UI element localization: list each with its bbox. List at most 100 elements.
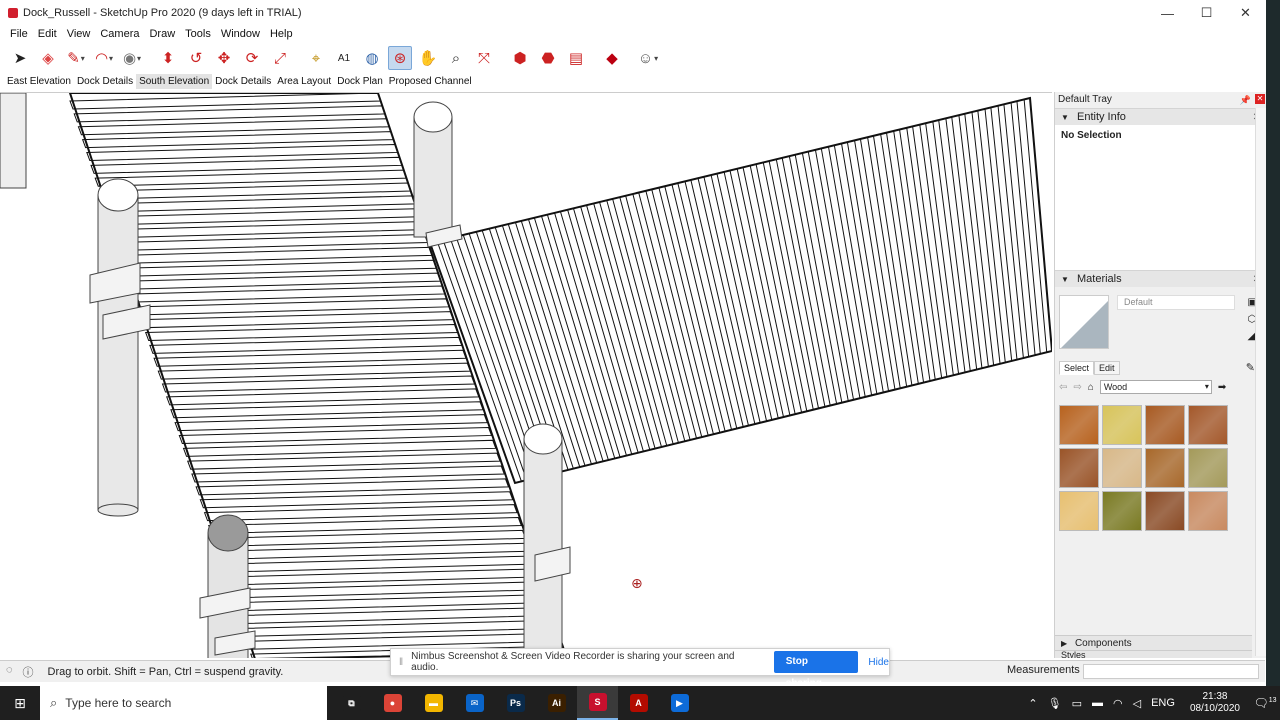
layout-icon[interactable]: ▤: [564, 46, 588, 70]
collapse-triangle-icon: ▼: [1061, 113, 1069, 122]
drag-handle-icon[interactable]: ‖: [399, 657, 403, 668]
tab-select[interactable]: Select: [1059, 361, 1095, 375]
minimize-button[interactable]: —: [1148, 0, 1187, 26]
warehouse-icon[interactable]: ⬢: [508, 46, 532, 70]
speaker-icon[interactable]: ◁: [1133, 697, 1141, 710]
material-swatch[interactable]: [1059, 491, 1099, 531]
arc-icon[interactable]: ◠ ▾: [92, 46, 116, 70]
materials-header[interactable]: ▼ Materials ✕: [1055, 270, 1267, 287]
menu-edit[interactable]: Edit: [33, 28, 62, 40]
material-swatch[interactable]: [1145, 491, 1185, 531]
material-name-field[interactable]: Default: [1117, 295, 1235, 310]
zoom-extents-icon[interactable]: ⤧: [472, 46, 496, 70]
back-arrow-icon[interactable]: ⇦: [1059, 382, 1067, 393]
library-select[interactable]: Wood: [1099, 380, 1212, 394]
shape-icon[interactable]: ◉ ▾: [120, 46, 144, 70]
info-icon[interactable]: ⓘ: [23, 664, 34, 680]
styles-header[interactable]: Styles: [1055, 650, 1252, 658]
select-icon[interactable]: ➤: [8, 46, 32, 70]
scene-tab-south-elevation[interactable]: South Elevation: [136, 73, 213, 89]
paint-bucket-icon[interactable]: ◍: [360, 46, 384, 70]
forward-arrow-icon[interactable]: ⇨: [1073, 382, 1081, 393]
material-swatch[interactable]: [1145, 448, 1185, 488]
scene-tab-dock-details[interactable]: Dock Details: [74, 74, 136, 89]
pdf-taskbar-button[interactable]: A: [618, 686, 659, 720]
material-swatch[interactable]: [1188, 448, 1228, 488]
notifications-icon[interactable]: 🗨13: [1250, 696, 1280, 710]
profile-icon[interactable]: ☺ ▾: [636, 46, 660, 70]
material-swatch[interactable]: [1102, 405, 1142, 445]
pin-icon[interactable]: 📌: [1240, 92, 1251, 108]
sketchup-taskbar-button[interactable]: S: [577, 686, 618, 720]
eraser-icon[interactable]: ◈: [36, 46, 60, 70]
microphone-icon[interactable]: 🎙: [1048, 697, 1062, 710]
taskbar-search[interactable]: ⌕ Type here to search: [40, 686, 327, 720]
follow-me-icon[interactable]: ↺: [184, 46, 208, 70]
extension-warehouse-icon[interactable]: ⬣: [536, 46, 560, 70]
menu-window[interactable]: Window: [216, 28, 265, 40]
close-button[interactable]: ✕: [1226, 0, 1265, 26]
scene-tab-east-elevation[interactable]: East Elevation: [4, 74, 74, 89]
scene-tab-proposed-channel[interactable]: Proposed Channel: [386, 74, 475, 89]
rotate-icon[interactable]: ⟳: [240, 46, 264, 70]
menu-file[interactable]: File: [5, 28, 33, 40]
model-viewport[interactable]: ⊕: [0, 92, 1052, 658]
menu-camera[interactable]: Camera: [95, 28, 144, 40]
menu-view[interactable]: View: [62, 28, 96, 40]
material-swatch[interactable]: [1188, 405, 1228, 445]
details-arrow-icon[interactable]: ➡: [1218, 382, 1226, 393]
move-icon[interactable]: ✥: [212, 46, 236, 70]
material-swatch[interactable]: [1059, 405, 1099, 445]
material-swatch[interactable]: [1102, 448, 1142, 488]
pencil-icon[interactable]: ✎ ▾: [64, 46, 88, 70]
chevron-up-icon[interactable]: ⌃: [1028, 697, 1037, 710]
illustrator-icon: Ai: [547, 694, 566, 712]
scale-icon[interactable]: ⤢: [268, 46, 292, 70]
zoom-icon[interactable]: ⌕: [444, 46, 468, 70]
illustrator-taskbar-button[interactable]: Ai: [536, 686, 577, 720]
material-swatch[interactable]: [1145, 405, 1185, 445]
material-swatch[interactable]: [1188, 491, 1228, 531]
menu-draw[interactable]: Draw: [144, 28, 180, 40]
hide-button[interactable]: Hide: [868, 657, 889, 668]
usb-icon[interactable]: ▭: [1072, 697, 1082, 710]
ruby-icon[interactable]: ◆: [600, 46, 624, 70]
wifi-icon[interactable]: ◠: [1113, 697, 1123, 710]
tape-measure-icon[interactable]: ⌖: [304, 46, 328, 70]
sample-paint-icon[interactable]: ✎: [1246, 361, 1255, 374]
material-swatch[interactable]: [1102, 491, 1142, 531]
stop-sharing-button[interactable]: Stop sharing: [773, 651, 859, 689]
power-icon[interactable]: ▬: [1092, 697, 1103, 709]
chrome-taskbar-button[interactable]: ●: [372, 686, 413, 720]
file-explorer-taskbar-button[interactable]: ▬: [413, 686, 454, 720]
material-swatch[interactable]: [1059, 448, 1099, 488]
screen-sharing-bar: ‖ Nimbus Screenshot & Screen Video Recor…: [390, 648, 890, 689]
mail-taskbar-button[interactable]: ✉: [454, 686, 495, 720]
menu-tools[interactable]: Tools: [180, 28, 216, 40]
windows-start-icon[interactable]: ⊞: [0, 686, 40, 720]
geolocation-icon[interactable]: ◌: [6, 664, 13, 680]
scene-tab-dock-details-2[interactable]: Dock Details: [212, 74, 274, 89]
scene-tabs: East Elevation Dock Details South Elevat…: [0, 73, 475, 89]
maximize-button[interactable]: ☐: [1187, 0, 1226, 26]
clock[interactable]: 21:38 08/10/2020: [1190, 691, 1240, 715]
scene-tab-area-layout[interactable]: Area Layout: [274, 74, 334, 89]
menu-help[interactable]: Help: [265, 28, 298, 40]
push-pull-icon[interactable]: ⬍: [156, 46, 180, 70]
measurements-input[interactable]: [1083, 664, 1259, 679]
components-header[interactable]: ▶ Components: [1055, 635, 1252, 650]
tab-edit[interactable]: Edit: [1094, 361, 1120, 375]
video-app-taskbar-button[interactable]: ▶: [659, 686, 700, 720]
text-icon[interactable]: A1: [332, 46, 356, 70]
orbit-icon[interactable]: ⊛: [388, 46, 412, 70]
task-view-taskbar-button[interactable]: ⧉: [331, 686, 372, 720]
language-indicator[interactable]: ENG: [1151, 697, 1175, 709]
post-bottom: [97, 503, 139, 517]
photoshop-taskbar-button[interactable]: Ps: [495, 686, 536, 720]
tray-close-icon[interactable]: ✕: [1255, 94, 1265, 104]
home-icon[interactable]: ⌂: [1088, 382, 1094, 393]
walkway-plank: [77, 118, 391, 136]
pan-icon[interactable]: ✋: [416, 46, 440, 70]
entity-info-header[interactable]: ▼ Entity Info ✕: [1055, 108, 1267, 125]
scene-tab-dock-plan[interactable]: Dock Plan: [334, 74, 386, 89]
